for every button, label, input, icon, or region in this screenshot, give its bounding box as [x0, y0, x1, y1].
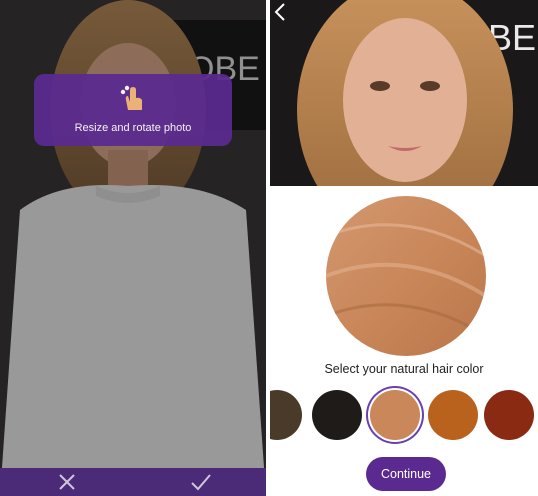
back-button[interactable]	[270, 0, 296, 22]
hair-color-swatches	[270, 388, 538, 440]
check-icon	[191, 474, 211, 491]
close-icon	[59, 474, 75, 490]
hair-color-screen: OBE Select your natural hair color Conti…	[270, 0, 538, 496]
swatch-auburn[interactable]	[484, 390, 534, 440]
swatch-black[interactable]	[312, 390, 362, 440]
swatch-copper[interactable]	[428, 390, 478, 440]
adjust-toolbar	[0, 468, 266, 496]
cancel-button[interactable]	[56, 471, 78, 493]
tooltip-text: Resize and rotate photo	[74, 122, 192, 134]
swatch-strawberry-blonde[interactable]	[370, 390, 420, 440]
pinch-gesture-icon	[120, 85, 142, 110]
back-arrow-icon	[274, 3, 285, 21]
confirm-button[interactable]	[190, 471, 212, 493]
user-portrait: OBE	[270, 0, 538, 186]
selected-color-preview	[326, 196, 486, 356]
continue-button[interactable]: Continue	[366, 457, 446, 491]
photo-adjust-screen: OBE Resize and rotate photo	[0, 0, 266, 496]
swatch-dark-brown[interactable]	[270, 390, 302, 440]
app-root: OBE Resize and rotate photo OBE Select y…	[0, 0, 538, 496]
hair-color-prompt: Select your natural hair color	[324, 362, 484, 376]
resize-rotate-tooltip: Resize and rotate photo	[34, 74, 232, 146]
